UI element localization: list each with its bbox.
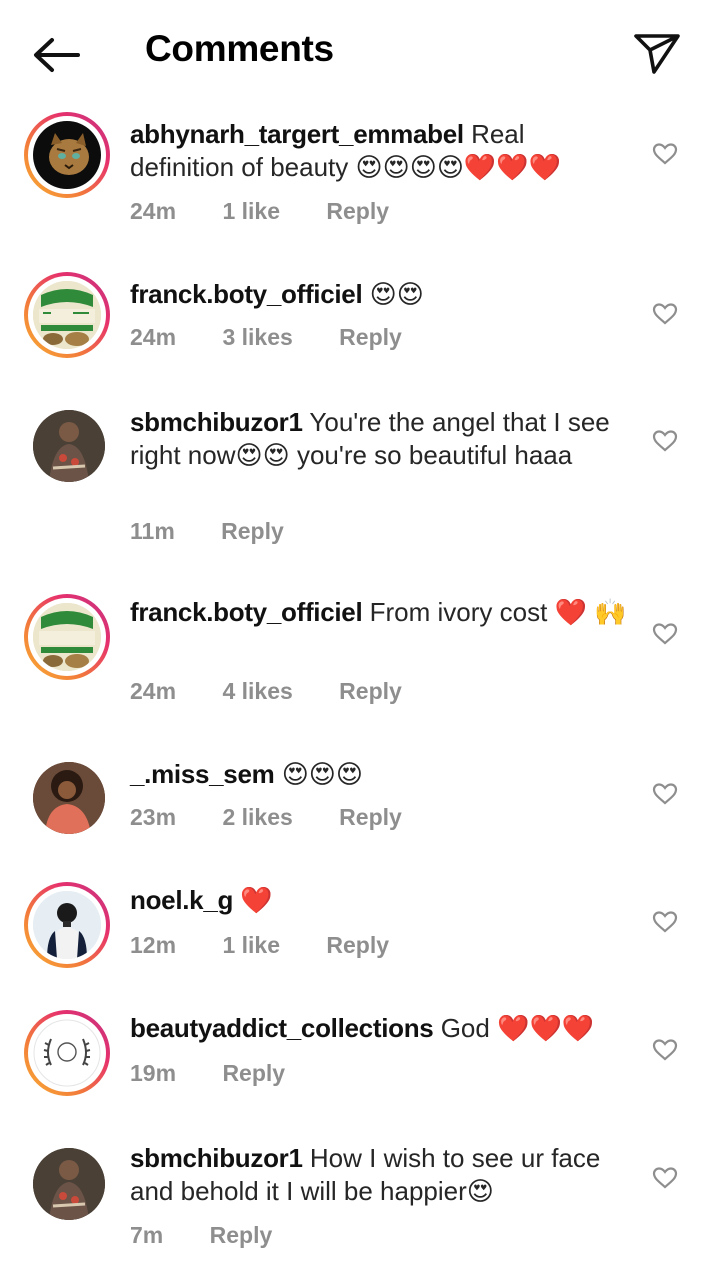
comment-meta: 23m 2 likes Reply: [130, 804, 442, 831]
avatar[interactable]: [24, 112, 110, 198]
heart-outline-icon[interactable]: [652, 622, 678, 646]
heart-outline-icon[interactable]: [652, 1166, 678, 1190]
comment-meta: 19m Reply: [130, 1060, 325, 1087]
comment-time: 19m: [130, 1060, 177, 1086]
comment-username[interactable]: sbmchibuzor1: [130, 1143, 303, 1173]
comment-meta: 12m 1 like Reply: [130, 932, 429, 959]
avatar[interactable]: [24, 594, 110, 680]
comment-time: 7m: [130, 1222, 164, 1248]
reply-button[interactable]: Reply: [326, 198, 389, 224]
comment-username[interactable]: beautyaddict_collections: [130, 1013, 434, 1043]
comment-text: noel.k_g ❤️: [130, 884, 630, 917]
comment-meta: 7m Reply: [130, 1222, 312, 1249]
comment-likes[interactable]: 1 like: [222, 198, 280, 224]
comment-body-continued: you're so beautiful haaa: [296, 440, 573, 470]
reply-button[interactable]: Reply: [222, 1060, 285, 1086]
comment-likes[interactable]: 1 like: [222, 932, 280, 958]
comment-text: franck.boty_officiel 😍😍: [130, 278, 630, 311]
comment-emoji: 😍😍: [369, 279, 424, 309]
comment-emoji: ❤️ 🙌: [554, 597, 627, 627]
comment-item: _.miss_sem 😍😍😍 23m 2 likes Reply: [0, 756, 720, 866]
header-bar: Comments: [0, 0, 720, 106]
comment-time: 11m: [130, 518, 175, 544]
comment-likes[interactable]: 3 likes: [222, 324, 292, 350]
reply-button[interactable]: Reply: [339, 804, 402, 830]
comment-emoji: 😍😍: [235, 440, 290, 470]
comment-meta: 24m 1 like Reply: [130, 198, 429, 225]
avatar[interactable]: [24, 882, 110, 968]
comment-item: franck.boty_officiel 😍😍 24m 3 likes Repl…: [0, 272, 720, 392]
comment-item: sbmchibuzor1 How I wish to see ur face a…: [0, 1142, 720, 1262]
comment-meta: 11m Reply: [130, 518, 324, 545]
comment-item: abhynarh_targert_emmabel Real definition…: [0, 112, 720, 242]
comment-item: beautyaddict_collections God ❤️❤️❤️ 19m …: [0, 1010, 720, 1130]
avatar[interactable]: [24, 1142, 110, 1228]
comment-username[interactable]: _.miss_sem: [130, 759, 275, 789]
comment-emoji: ❤️: [240, 885, 273, 915]
heart-outline-icon[interactable]: [652, 782, 678, 806]
comment-emoji: 😍: [466, 1176, 494, 1206]
comment-text: _.miss_sem 😍😍😍: [130, 758, 630, 791]
comment-meta: 24m 3 likes Reply: [130, 324, 442, 351]
reply-button[interactable]: Reply: [339, 678, 402, 704]
comment-time: 24m: [130, 324, 177, 350]
comment-time: 23m: [130, 804, 177, 830]
comment-item: franck.boty_officiel From ivory cost ❤️ …: [0, 594, 720, 714]
comment-likes[interactable]: 2 likes: [222, 804, 292, 830]
comment-username[interactable]: sbmchibuzor1: [130, 407, 303, 437]
comment-text: sbmchibuzor1 How I wish to see ur face a…: [130, 1142, 630, 1208]
comment-emoji: 😍😍😍: [281, 759, 364, 789]
comment-likes[interactable]: 4 likes: [222, 678, 292, 704]
page-title: Comments: [145, 28, 334, 69]
avatar[interactable]: [24, 272, 110, 358]
avatar[interactable]: [24, 756, 110, 842]
reply-button[interactable]: Reply: [221, 518, 284, 544]
comment-item: noel.k_g ❤️ 12m 1 like Reply: [0, 882, 720, 1002]
heart-outline-icon[interactable]: [652, 302, 678, 326]
comment-text: beautyaddict_collections God ❤️❤️❤️: [130, 1012, 630, 1045]
reply-button[interactable]: Reply: [339, 324, 402, 350]
heart-outline-icon[interactable]: [652, 429, 678, 453]
comment-emoji: ❤️❤️❤️: [497, 1013, 595, 1043]
heart-outline-icon[interactable]: [652, 1038, 678, 1062]
avatar[interactable]: [24, 1010, 110, 1096]
comment-text: franck.boty_officiel From ivory cost ❤️ …: [130, 596, 630, 629]
comment-username[interactable]: noel.k_g: [130, 885, 233, 915]
comment-username[interactable]: abhynarh_targert_emmabel: [130, 119, 464, 149]
comment-text: abhynarh_targert_emmabel Real definition…: [130, 118, 630, 184]
comment-meta: 24m 4 likes Reply: [130, 678, 442, 705]
comment-body: From ivory cost: [369, 597, 548, 627]
comment-time: 12m: [130, 932, 177, 958]
comment-item: sbmchibuzor1 You're the angel that I see…: [0, 404, 720, 554]
heart-outline-icon[interactable]: [652, 142, 678, 166]
comment-emoji: 😍😍😍😍❤️❤️❤️: [355, 152, 562, 182]
paper-plane-icon[interactable]: [630, 28, 684, 78]
comment-time: 24m: [130, 198, 177, 224]
back-arrow-icon[interactable]: [28, 30, 84, 80]
comment-body: God: [440, 1013, 490, 1043]
avatar[interactable]: [24, 404, 110, 490]
comment-username[interactable]: franck.boty_officiel: [130, 597, 363, 627]
comment-time: 24m: [130, 678, 177, 704]
reply-button[interactable]: Reply: [326, 932, 389, 958]
comment-text: sbmchibuzor1 You're the angel that I see…: [130, 406, 630, 472]
comment-username[interactable]: franck.boty_officiel: [130, 279, 363, 309]
heart-outline-icon[interactable]: [652, 910, 678, 934]
reply-button[interactable]: Reply: [210, 1222, 273, 1248]
